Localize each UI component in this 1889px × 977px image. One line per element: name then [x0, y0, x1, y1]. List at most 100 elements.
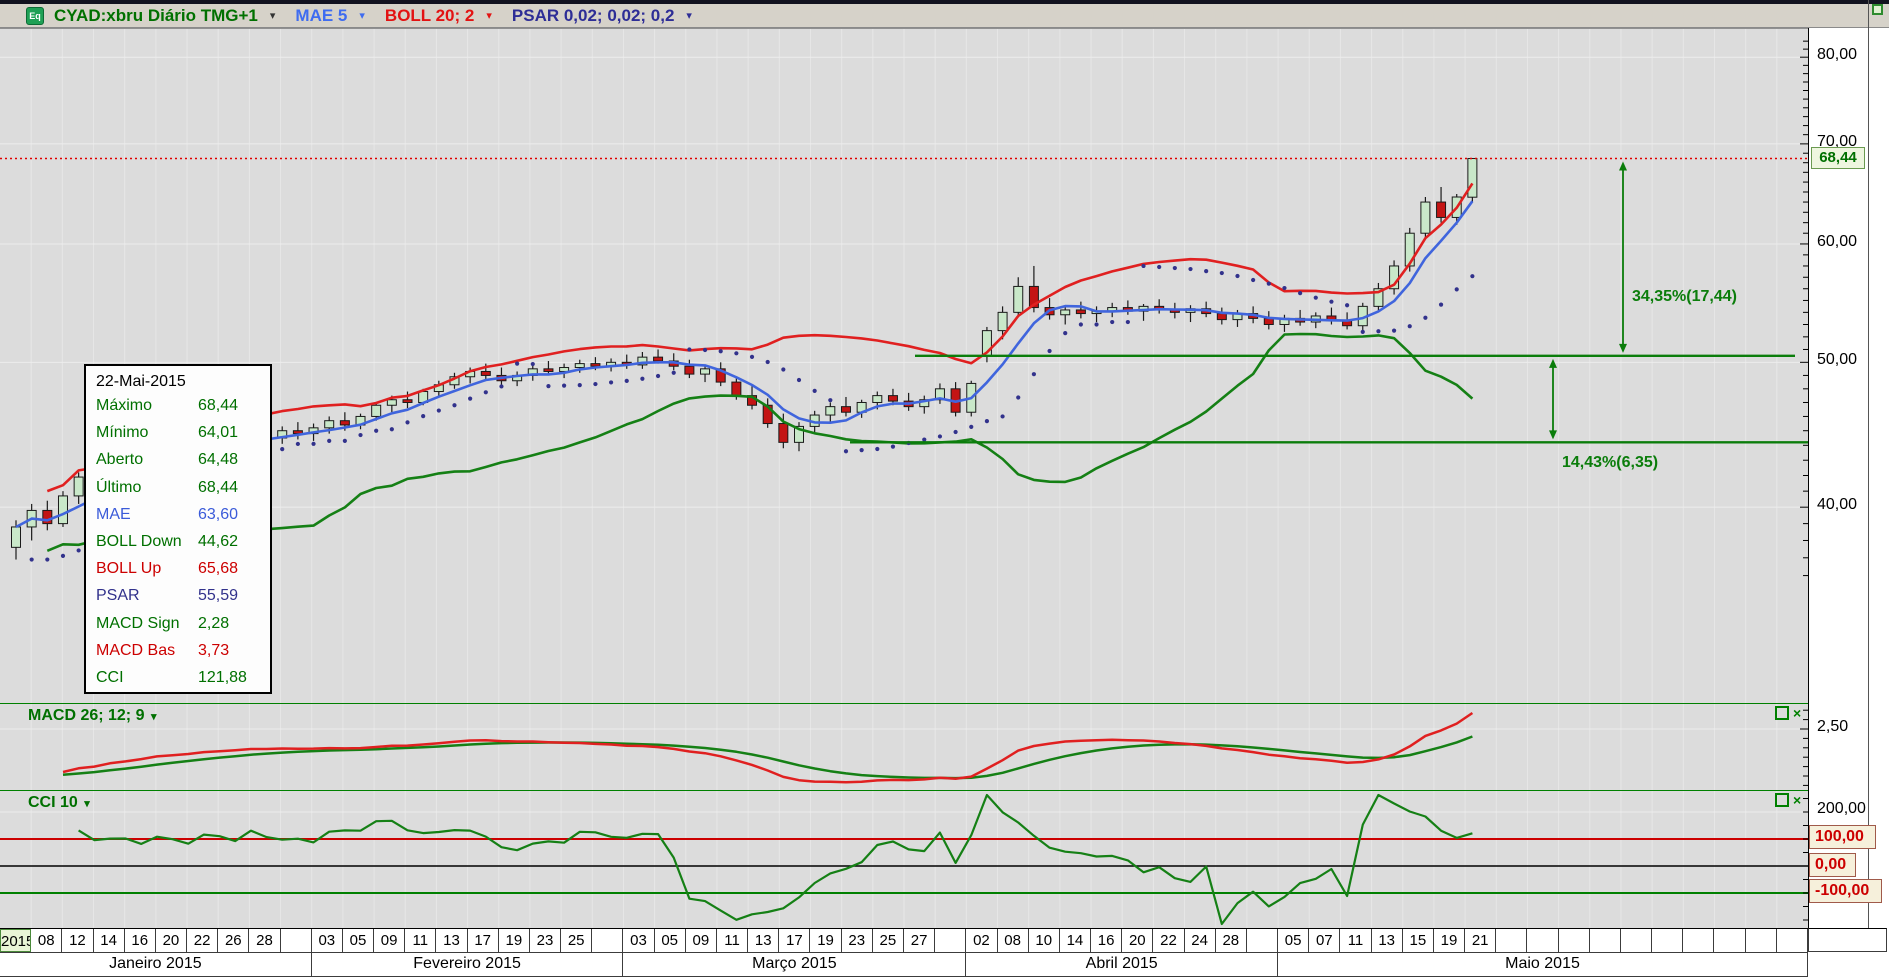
charting-app-window: Eq CYAD:xbru Diário TMG+1 ▾ MAE 5 ▾ BOLL…: [0, 0, 1889, 977]
date-axis-row: 2015 08 12 14 16 20 22 26 28 03 05 09 11 13 17 19 23 25 03…: [0, 928, 1808, 953]
date-cell: [592, 929, 624, 952]
tooltip-value: 63,60: [198, 505, 239, 523]
cci-title-text: CCI 10: [28, 794, 78, 811]
tooltip-row: BOLL Down 44,62: [86, 533, 270, 560]
date-cell: 24: [1185, 929, 1216, 952]
tooltip-value: 68,44: [198, 397, 239, 414]
equity-symbol-icon: Eq: [26, 6, 44, 25]
date-cell: 21: [1465, 929, 1497, 952]
date-axis-corner-cell: [1808, 928, 1887, 952]
date-cell: 08: [31, 929, 63, 952]
date-cell: 11: [717, 929, 749, 952]
date-cell: 09: [374, 929, 406, 952]
date-cell: 28: [1216, 929, 1247, 952]
date-cell: [935, 929, 967, 952]
month-cell: Maio 2015: [1278, 953, 1808, 977]
date-cell: 13: [1372, 929, 1403, 952]
cci-title[interactable]: CCI 10 ▾: [28, 794, 90, 812]
date-cell: [1496, 929, 1528, 952]
cci-panel[interactable]: CCI 10 ▾ ×: [0, 790, 1808, 928]
tooltip-label: MACD Bas: [96, 641, 176, 659]
close-icon[interactable]: ×: [1793, 793, 1801, 807]
right-gutter-divider: [1868, 0, 1869, 928]
date-cell: 23: [842, 929, 873, 952]
date-cell: [1714, 929, 1746, 952]
date-cell: 13: [436, 929, 468, 952]
date-cell: 19: [810, 929, 842, 952]
month-cell: Março 2015: [623, 953, 967, 977]
symbol-title[interactable]: CYAD:xbru Diário TMG+1: [54, 6, 258, 26]
macd-panel[interactable]: MACD 26; 12; 9 ▾ ×: [0, 703, 1808, 790]
date-cell: 08: [998, 929, 1029, 952]
date-cell: [1590, 929, 1621, 952]
tooltip-label: Aberto: [96, 451, 144, 469]
tooltip-date: 22-Mai-2015: [96, 373, 186, 390]
tooltip-label: BOLL Down: [96, 533, 182, 550]
last-price-badge: 68,44: [1811, 146, 1865, 169]
tooltip-label: Máximo: [96, 397, 153, 414]
tooltip-label: Mínimo: [96, 424, 149, 442]
cci-level-badge-100: 100,00: [1809, 825, 1876, 849]
date-cell: 19: [499, 929, 530, 952]
macd-window-buttons: ×: [1775, 706, 1801, 720]
date-cell: 22: [187, 929, 219, 952]
tooltip-row: Último 68,44: [86, 479, 270, 506]
macd-canvas[interactable]: [0, 704, 1808, 790]
tooltip-value: 44,62: [198, 533, 239, 550]
price-axis[interactable]: 80,00 70,00 60,00 50,00 40,00 68,44 2,50 200…: [1808, 28, 1882, 928]
date-cell: 25: [873, 929, 904, 952]
macd-title-text: MACD 26; 12; 9: [28, 707, 145, 724]
cci-canvas[interactable]: [0, 791, 1808, 928]
chevron-down-icon[interactable]: ▾: [151, 711, 157, 723]
indicator-mae[interactable]: MAE 5: [295, 6, 347, 26]
tooltip-value: 121,88: [198, 669, 247, 686]
cci-window-buttons: ×: [1775, 793, 1801, 807]
indicator-boll[interactable]: BOLL 20; 2: [385, 6, 474, 26]
date-cell: 03: [623, 929, 655, 952]
cci-line: [78, 793, 1473, 926]
chevron-down-icon[interactable]: ▾: [84, 798, 90, 810]
date-cell: 02: [966, 929, 998, 952]
price-axis-tick-label: 40,00: [1817, 496, 1858, 514]
cci-axis-label-200: 200,00: [1817, 800, 1866, 817]
indicator-toolbar: Eq CYAD:xbru Diário TMG+1 ▾ MAE 5 ▾ BOLL…: [0, 0, 1889, 28]
date-cell: 07: [1309, 929, 1341, 952]
close-icon[interactable]: ×: [1793, 706, 1801, 720]
restore-icon[interactable]: [1872, 4, 1883, 15]
cci-level-badge-neg100: -100,00: [1809, 879, 1882, 903]
date-cell: [1247, 929, 1279, 952]
chevron-down-icon[interactable]: ▾: [686, 9, 692, 22]
date-cell: [1527, 929, 1559, 952]
tooltip-row: Máximo 68,44: [86, 397, 270, 424]
date-cell: 14: [94, 929, 125, 952]
year-start-cell: 2015: [0, 929, 32, 952]
tooltip-row: CCI 121,88: [86, 669, 270, 696]
chevron-down-icon[interactable]: ▾: [486, 9, 492, 22]
macd-axis-label: 2,50: [1817, 718, 1849, 735]
restore-icon[interactable]: [1775, 793, 1789, 807]
date-cell: 05: [655, 929, 686, 952]
tooltip-value: 64,01: [198, 424, 239, 442]
date-cell: 20: [1122, 929, 1154, 952]
tooltip-label: PSAR: [96, 587, 140, 605]
indicator-psar[interactable]: PSAR 0,02; 0,02; 0,2: [512, 6, 675, 26]
price-axis-tick-label: 80,00: [1817, 46, 1858, 64]
measurement-label-down: 14,43%(6,35): [1562, 454, 1659, 471]
tooltip-label: MACD Sign: [96, 614, 180, 632]
date-cell: 20: [156, 929, 188, 952]
macd-title[interactable]: MACD 26; 12; 9 ▾: [28, 707, 156, 725]
chevron-down-icon[interactable]: ▾: [270, 9, 276, 22]
date-cell: 15: [1403, 929, 1434, 952]
tooltip-label: MAE: [96, 505, 131, 523]
date-cell: 11: [1340, 929, 1372, 952]
restore-icon[interactable]: [1775, 706, 1789, 720]
date-cell: 13: [748, 929, 780, 952]
date-cell: 05: [343, 929, 375, 952]
date-cell: 25: [561, 929, 593, 952]
date-cell: 19: [1434, 929, 1466, 952]
chevron-down-icon[interactable]: ▾: [359, 9, 365, 22]
measurement-arrow: [1549, 358, 1557, 440]
tooltip-label: BOLL Up: [96, 560, 162, 578]
month-cell: Janeiro 2015: [0, 953, 312, 977]
date-cell: 05: [1278, 929, 1310, 952]
